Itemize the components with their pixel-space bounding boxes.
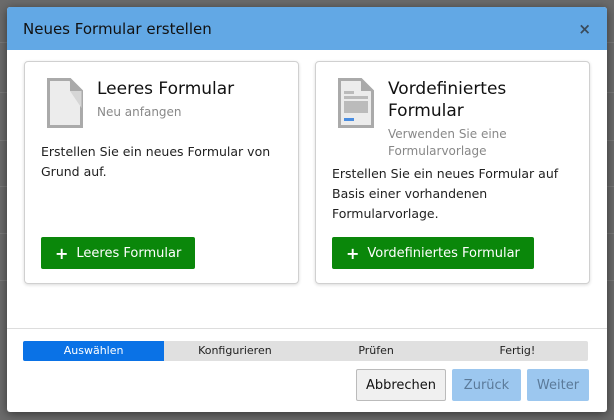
card-description: Erstellen Sie ein neues Formular auf Bas… [332,166,559,221]
wizard-progress: Auswählen Konfigurieren Prüfen Fertig! [23,341,588,361]
blank-form-button[interactable]: + Leeres Formular [41,237,196,269]
button-label: Vordefiniertes Formular [367,245,520,261]
dialog-header: Neues Formular erstellen × [7,7,607,50]
card-title: Leeres Formular [97,79,235,99]
cancel-button[interactable]: Abbrechen [356,369,446,401]
button-label: Leeres Formular [76,245,182,261]
card-description: Erstellen Sie ein neues Formular von Gru… [41,144,271,179]
plus-icon: + [346,243,360,263]
step-select: Auswählen [23,341,165,361]
new-form-dialog: Neues Formular erstellen × Leeres Formul… [7,7,607,412]
blank-form-card[interactable]: Leeres Formular Neu anfangen Erstellen S… [24,61,299,284]
plus-icon: + [55,243,69,263]
divider [7,328,607,329]
card-subtitle: Neu anfangen [97,105,182,119]
next-button[interactable]: Weiter [527,369,589,401]
dialog-title: Neues Formular erstellen [23,19,212,38]
card-title: Vordefiniertes Formular [388,79,507,121]
template-form-card[interactable]: Vordefiniertes Formular Verwenden Sie ei… [315,61,590,284]
close-icon[interactable]: × [578,20,591,38]
card-subtitle: Verwenden Sie eine Formularvorlage [388,127,507,158]
blank-document-icon [47,78,83,128]
step-done: Fertig! [499,344,536,357]
step-configure: Konfigurieren [198,344,272,357]
step-review: Prüfen [358,344,394,357]
back-button[interactable]: Zurück [452,369,521,401]
template-document-icon [338,78,374,128]
template-form-button[interactable]: + Vordefiniertes Formular [332,237,534,269]
